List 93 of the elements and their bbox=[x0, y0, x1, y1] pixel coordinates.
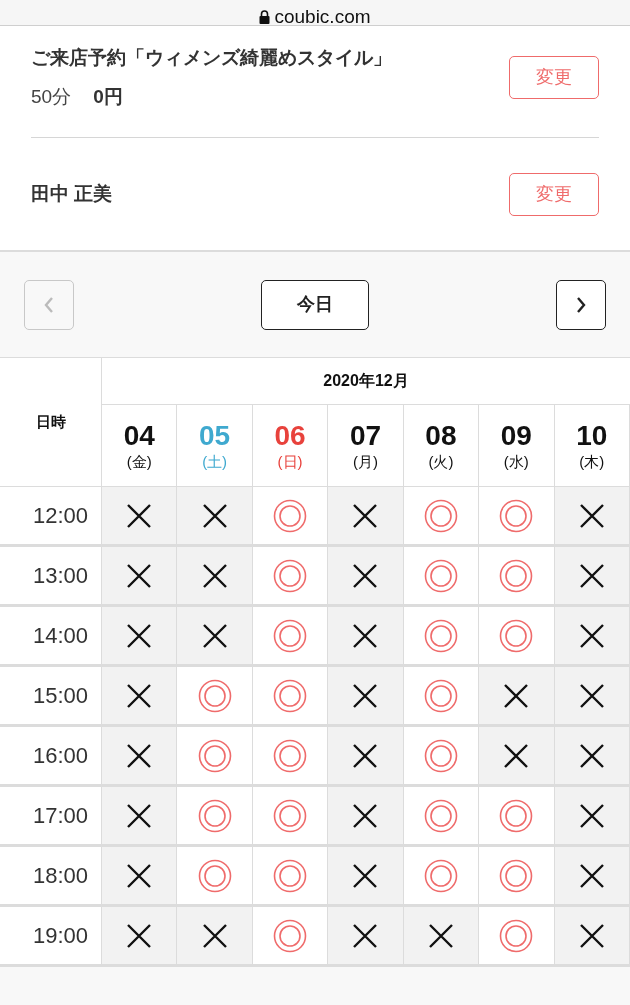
cross-icon bbox=[126, 922, 153, 949]
cross-icon bbox=[126, 622, 153, 649]
chevron-right-icon bbox=[575, 295, 587, 314]
customer-name: 田中 正美 bbox=[31, 181, 113, 206]
double-circle-icon bbox=[273, 858, 308, 893]
double-circle-icon bbox=[423, 858, 458, 893]
double-circle-icon bbox=[499, 798, 534, 833]
slot-cell[interactable] bbox=[403, 727, 480, 787]
booking-title: ご来店予約「ウィメンズ綺麗めスタイル」 bbox=[31, 46, 392, 70]
cross-icon bbox=[352, 502, 379, 529]
url-text[interactable]: coubic.com bbox=[274, 6, 371, 25]
double-circle-icon bbox=[273, 798, 308, 833]
double-circle-icon bbox=[423, 498, 458, 533]
double-circle-icon bbox=[423, 618, 458, 653]
cross-icon bbox=[578, 622, 605, 649]
slot-cell[interactable] bbox=[252, 907, 329, 967]
double-circle-icon bbox=[423, 678, 458, 713]
cross-icon bbox=[126, 802, 153, 829]
cross-icon bbox=[201, 622, 228, 649]
slot-cell[interactable] bbox=[479, 607, 555, 667]
double-circle-icon bbox=[423, 558, 458, 593]
cross-icon bbox=[126, 742, 153, 769]
slot-cell[interactable] bbox=[479, 907, 555, 967]
corner-header: 日時 bbox=[0, 358, 102, 487]
cross-icon bbox=[352, 622, 379, 649]
double-circle-icon bbox=[499, 618, 534, 653]
month-header: 2020年12月 bbox=[102, 358, 630, 405]
cross-icon bbox=[427, 922, 454, 949]
double-circle-icon bbox=[499, 558, 534, 593]
chevron-left-icon bbox=[43, 295, 55, 314]
cross-icon bbox=[352, 802, 379, 829]
cross-icon bbox=[352, 742, 379, 769]
slot-cell[interactable] bbox=[252, 487, 329, 547]
duration-text: 50分 bbox=[31, 84, 72, 109]
cross-icon bbox=[578, 862, 605, 889]
slot-cell[interactable] bbox=[403, 787, 480, 847]
double-circle-icon bbox=[423, 738, 458, 773]
slot-cell[interactable] bbox=[479, 847, 555, 907]
cross-icon bbox=[126, 862, 153, 889]
cross-icon bbox=[578, 502, 605, 529]
cross-icon bbox=[578, 922, 605, 949]
slot-cell[interactable] bbox=[252, 847, 329, 907]
double-circle-icon bbox=[273, 918, 308, 953]
cross-icon bbox=[352, 922, 379, 949]
cross-icon bbox=[352, 682, 379, 709]
double-circle-icon bbox=[273, 558, 308, 593]
cross-icon bbox=[126, 562, 153, 589]
cross-icon bbox=[352, 862, 379, 889]
slot-cell[interactable] bbox=[177, 667, 253, 727]
double-circle-icon bbox=[273, 618, 308, 653]
cross-icon bbox=[503, 682, 530, 709]
cross-icon bbox=[503, 742, 530, 769]
slot-cell[interactable] bbox=[403, 607, 480, 667]
double-circle-icon bbox=[499, 498, 534, 533]
cross-icon bbox=[201, 502, 228, 529]
double-circle-icon bbox=[273, 738, 308, 773]
double-circle-icon bbox=[197, 738, 232, 773]
slot-cell[interactable] bbox=[403, 667, 480, 727]
price-text: 0円 bbox=[93, 84, 123, 109]
slot-cell[interactable] bbox=[403, 847, 480, 907]
today-button[interactable]: 今日 bbox=[261, 279, 369, 330]
cross-icon bbox=[578, 802, 605, 829]
lock-icon bbox=[259, 10, 271, 24]
cross-icon bbox=[126, 502, 153, 529]
cross-icon bbox=[201, 562, 228, 589]
slot-cell[interactable] bbox=[177, 847, 253, 907]
slot-cell[interactable] bbox=[403, 547, 480, 607]
slot-cell[interactable] bbox=[252, 727, 329, 787]
cross-icon bbox=[578, 742, 605, 769]
double-circle-icon bbox=[197, 678, 232, 713]
slot-cell[interactable] bbox=[403, 487, 480, 547]
double-circle-icon bbox=[273, 678, 308, 713]
cross-icon bbox=[126, 682, 153, 709]
double-circle-icon bbox=[197, 798, 232, 833]
double-circle-icon bbox=[499, 858, 534, 893]
slot-cell[interactable] bbox=[479, 547, 555, 607]
slot-cell[interactable] bbox=[479, 487, 555, 547]
slot-cell[interactable] bbox=[177, 787, 253, 847]
slot-cell[interactable] bbox=[252, 547, 329, 607]
slot-cell[interactable] bbox=[252, 667, 329, 727]
slot-cell[interactable] bbox=[177, 727, 253, 787]
double-circle-icon bbox=[499, 918, 534, 953]
double-circle-icon bbox=[197, 858, 232, 893]
cross-icon bbox=[201, 922, 228, 949]
next-week-button[interactable] bbox=[556, 279, 606, 330]
double-circle-icon bbox=[423, 798, 458, 833]
cross-icon bbox=[578, 562, 605, 589]
cross-icon bbox=[578, 682, 605, 709]
slot-cell[interactable] bbox=[252, 607, 329, 667]
slot-cell[interactable] bbox=[252, 787, 329, 847]
cross-icon bbox=[352, 562, 379, 589]
slot-cell[interactable] bbox=[479, 787, 555, 847]
double-circle-icon bbox=[273, 498, 308, 533]
